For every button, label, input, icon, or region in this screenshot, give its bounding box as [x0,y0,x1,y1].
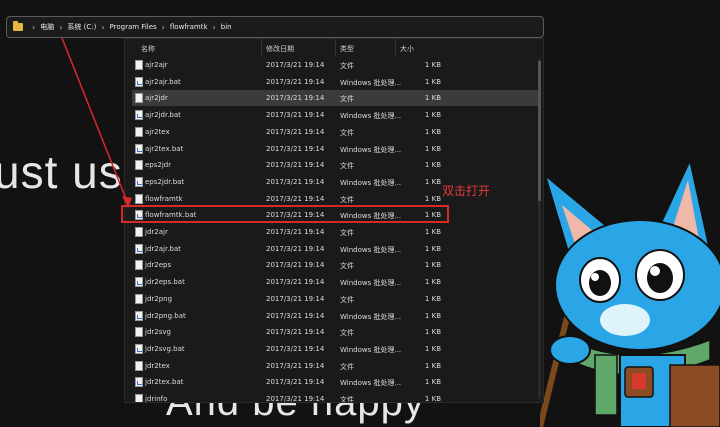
annotation-arrow [61,37,132,208]
